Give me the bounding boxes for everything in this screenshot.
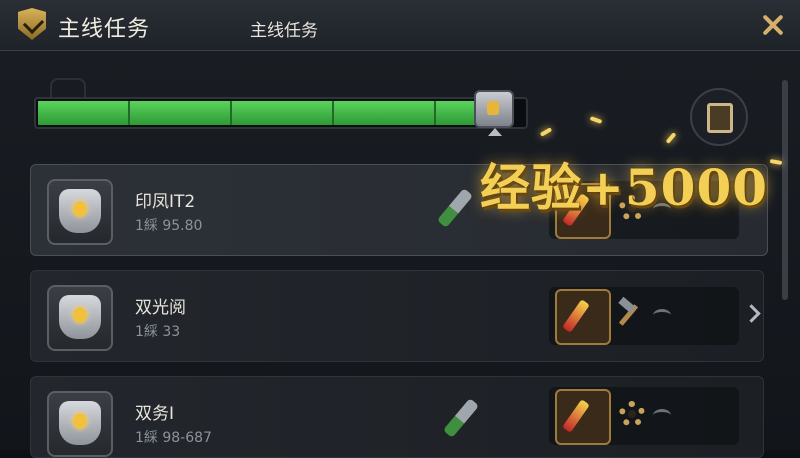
quest-subtitle: 1綵 95.80 xyxy=(135,218,203,234)
progress-segment-divider xyxy=(332,101,334,125)
weapon-reward-icon[interactable] xyxy=(555,389,611,445)
reward-slot-group xyxy=(549,287,739,345)
quest-subtitle: 1綵 98-687 xyxy=(135,430,212,446)
reward-slot-group xyxy=(549,387,739,445)
quest-subtitle: 1綵 33 xyxy=(135,324,181,340)
quest-name: 双光阅 xyxy=(135,298,186,318)
reward-chest-icon[interactable] xyxy=(474,90,514,128)
chevron-right-icon[interactable] xyxy=(742,304,761,323)
gem-shield-icon xyxy=(59,295,101,339)
gear-icon xyxy=(619,401,645,427)
progress-bar xyxy=(34,97,528,129)
close-button[interactable] xyxy=(760,12,786,38)
quest-name: 印凤IT2 xyxy=(135,192,196,212)
sparkle-icon xyxy=(665,132,677,144)
title-bar: 主线任务 xyxy=(0,0,800,51)
quest-item-icon xyxy=(47,391,113,457)
progress-segment-divider xyxy=(434,101,436,125)
gem-shield-icon xyxy=(59,401,101,445)
hammer-icon xyxy=(613,299,643,329)
caret-up-icon xyxy=(488,128,502,136)
quest-item-icon xyxy=(47,285,113,351)
quest-item-icon xyxy=(47,179,113,245)
window-title: 主线任务 xyxy=(58,17,151,42)
scroll-reward-button[interactable] xyxy=(690,88,748,146)
quest-name: 双务I xyxy=(135,404,175,424)
gem-shield-icon xyxy=(59,189,101,233)
quest-badge-icon xyxy=(18,8,46,40)
progress-label: 主线任务 xyxy=(250,21,318,41)
scrollbar[interactable] xyxy=(782,80,788,300)
sword-icon xyxy=(442,398,480,438)
sparkle-icon xyxy=(769,158,783,166)
exp-gain-text: 经验+5000 xyxy=(480,158,769,217)
weapon-reward-icon[interactable] xyxy=(555,289,611,345)
quest-row[interactable]: 双光阅 1綵 33 xyxy=(30,270,764,362)
progress-segment-divider xyxy=(230,101,232,125)
quest-window: 主线任务 主线任务 印凤IT2 1綵 95.80 双光阅 1綵 33 双务I 1… xyxy=(0,0,800,458)
wing-icon xyxy=(653,309,671,322)
quest-row[interactable]: 双务I 1綵 98-687 xyxy=(30,376,764,458)
sparkle-icon xyxy=(589,116,603,124)
progress-segment-divider xyxy=(128,101,130,125)
sparkle-icon xyxy=(539,127,553,137)
wing-icon xyxy=(653,409,671,422)
sword-icon xyxy=(436,188,474,228)
progress-bar-fill xyxy=(38,101,513,125)
